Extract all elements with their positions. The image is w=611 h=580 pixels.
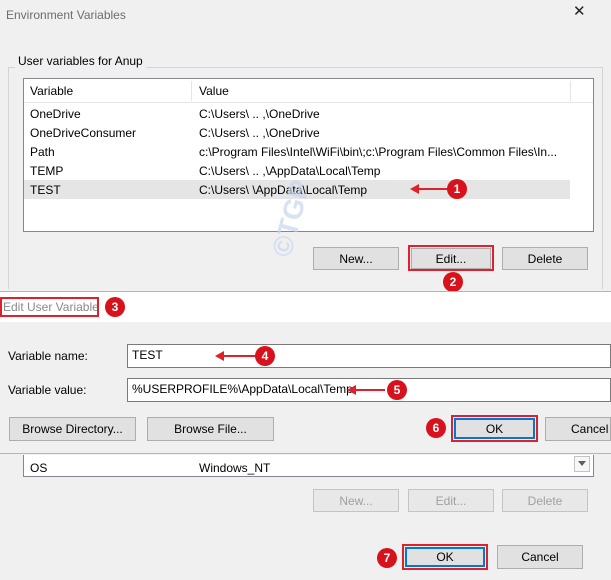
edit-button[interactable]: Edit... xyxy=(411,248,491,269)
callout-badge: 4 xyxy=(255,346,275,366)
table-row[interactable]: TEMP C:\Users\ .. ,\AppData\Local\Temp xyxy=(24,161,570,180)
window-title: Environment Variables xyxy=(6,8,126,22)
row-variable: OneDriveConsumer xyxy=(30,126,137,140)
row-value: C:\Users\ .. ,\AppData\Local\Temp xyxy=(199,164,381,178)
callout-badge: 5 xyxy=(387,380,407,400)
browse-directory-button[interactable]: Browse Directory... xyxy=(9,417,136,441)
callout-badge: 1 xyxy=(447,179,467,199)
row-variable: TEMP xyxy=(30,164,64,178)
system-delete-button[interactable]: Delete xyxy=(502,489,588,512)
row-variable: OneDrive xyxy=(30,107,81,121)
variable-name-label: Variable name: xyxy=(8,349,88,363)
table-row[interactable]: OneDriveConsumer C:\Users\ .. ,\OneDrive xyxy=(24,123,570,142)
system-edit-button[interactable]: Edit... xyxy=(408,489,494,512)
variable-name-input[interactable]: TEST xyxy=(127,344,611,368)
close-icon[interactable]: ✕ xyxy=(573,4,586,20)
user-variables-group-label: User variables for Anup xyxy=(15,54,146,68)
callout-badge: 7 xyxy=(377,548,397,568)
column-separator[interactable] xyxy=(191,81,192,101)
system-variables-list[interactable]: OS Windows_NT xyxy=(23,455,594,477)
annotation-arrow xyxy=(410,184,448,194)
annotation-arrow xyxy=(347,385,385,395)
row-variable: TEST xyxy=(30,183,61,197)
column-header-value[interactable]: Value xyxy=(199,84,229,98)
ok-button[interactable]: OK xyxy=(405,547,485,567)
variable-value-label: Variable value: xyxy=(8,383,87,397)
table-row[interactable]: OneDrive C:\Users\ .. ,\OneDrive xyxy=(24,104,570,123)
cancel-button[interactable]: Cancel xyxy=(497,545,583,569)
callout-badge: 3 xyxy=(105,297,125,317)
new-button[interactable]: New... xyxy=(313,247,399,270)
scroll-down-button[interactable] xyxy=(574,456,590,472)
chevron-down-icon xyxy=(578,461,586,466)
edit-user-variable-dialog: Edit User Variable 3 Variable name: TEST… xyxy=(0,291,611,454)
row-value: c:\Program Files\Intel\WiFi\bin\;c:\Prog… xyxy=(199,145,558,159)
column-header-variable[interactable]: Variable xyxy=(30,84,73,98)
callout-badge: 6 xyxy=(426,418,446,438)
system-new-button[interactable]: New... xyxy=(313,489,399,512)
column-separator[interactable] xyxy=(570,81,571,101)
table-row[interactable]: Path c:\Program Files\Intel\WiFi\bin\;c:… xyxy=(24,142,570,161)
row-value: C:\Users\ .. ,\OneDrive xyxy=(199,126,320,140)
row-value: C:\Users\ .. ,\OneDrive xyxy=(199,107,320,121)
callout-badge: 2 xyxy=(443,272,463,292)
dialog-ok-button[interactable]: OK xyxy=(454,418,535,439)
browse-file-button[interactable]: Browse File... xyxy=(147,417,274,441)
row-variable: OS xyxy=(30,461,48,475)
delete-button[interactable]: Delete xyxy=(502,247,588,270)
row-value: Windows_NT xyxy=(199,461,271,475)
annotation-highlight xyxy=(0,297,99,317)
dialog-cancel-button[interactable]: Cancel xyxy=(545,417,611,441)
list-header: Variable Value xyxy=(24,79,593,103)
row-variable: Path xyxy=(30,145,55,159)
